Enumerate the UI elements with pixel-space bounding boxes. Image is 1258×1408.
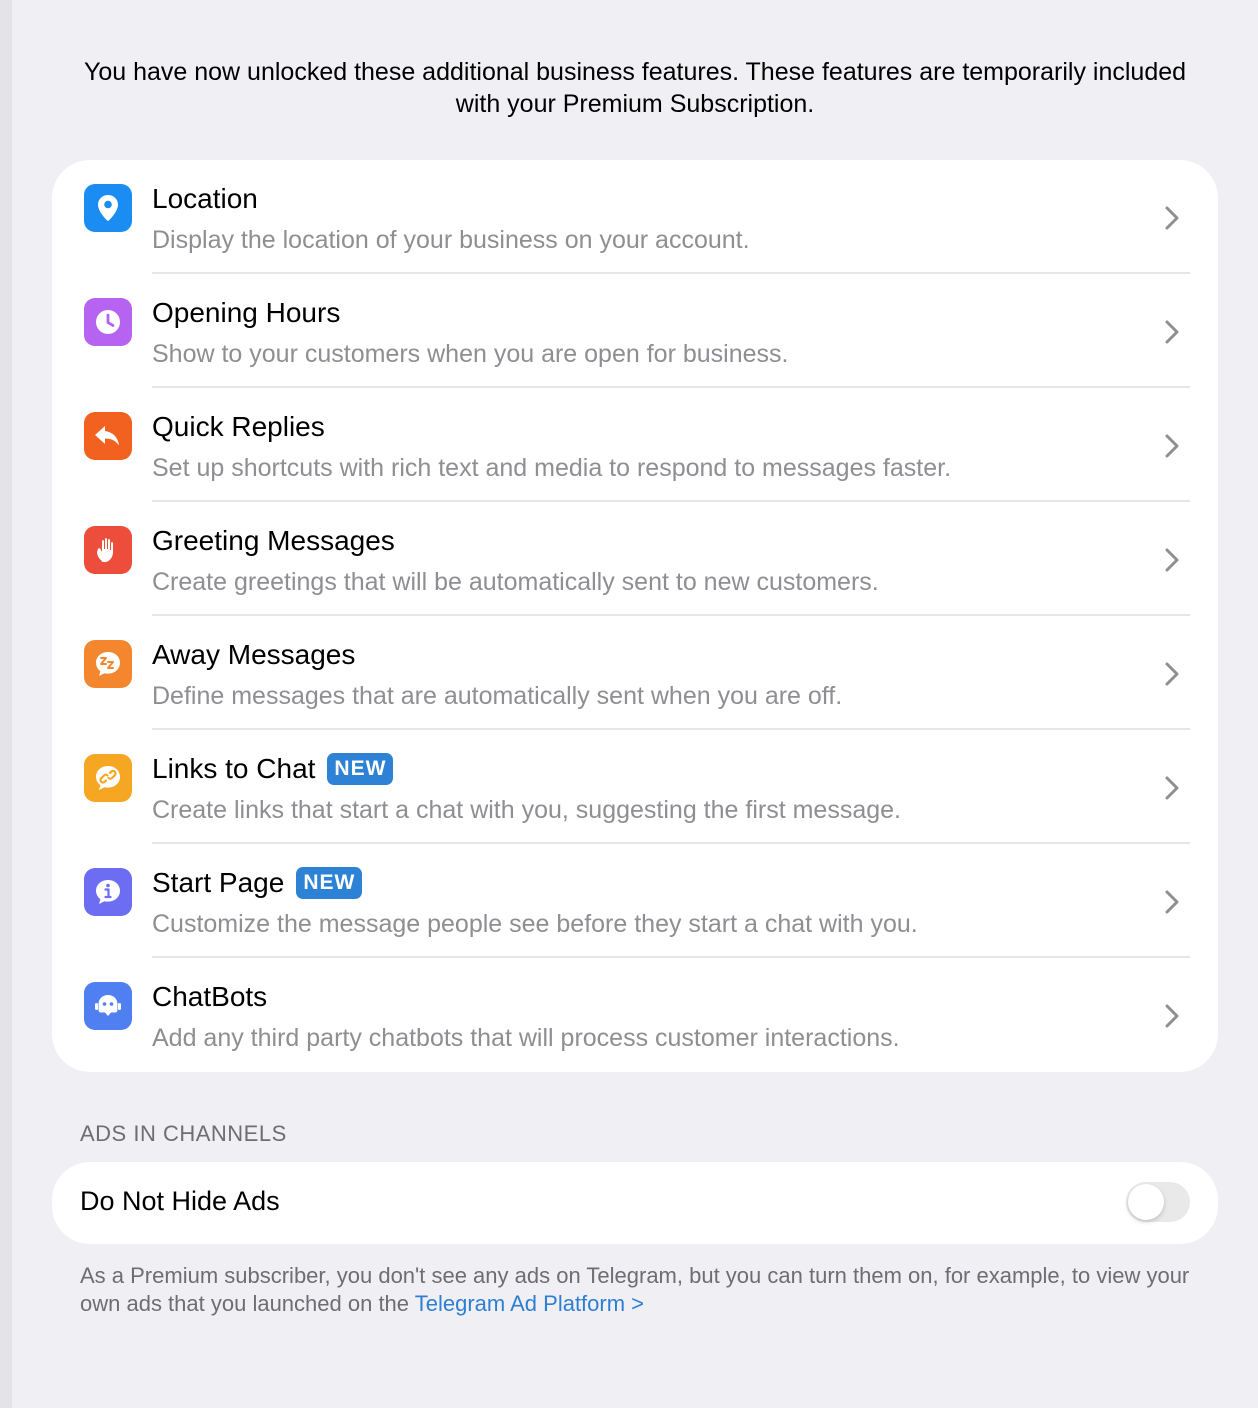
- feature-title: Greeting Messages: [152, 525, 395, 556]
- clock-icon: [84, 298, 132, 346]
- feature-description: Define messages that are automatically s…: [152, 682, 843, 710]
- robot-icon: [84, 982, 132, 1030]
- feature-row-greeting-messages[interactable]: Greeting Messages Create greetings that …: [52, 502, 1218, 616]
- waving-hand-icon: [84, 526, 132, 574]
- location-pin-icon: [84, 184, 132, 232]
- feature-row-start-page[interactable]: Start Page NEW Customize the message peop…: [52, 844, 1218, 958]
- ads-section-header: ADS IN CHANNELS: [80, 1121, 287, 1146]
- feature-title: Location: [152, 183, 258, 214]
- ads-settings-card: Do Not Hide Ads: [52, 1162, 1218, 1244]
- feature-description: Create links that start a chat with you,…: [152, 796, 901, 824]
- feature-title: ChatBots: [152, 981, 268, 1012]
- feature-description: Show to your customers when you are open…: [152, 340, 789, 368]
- info-bubble-icon: [84, 868, 132, 916]
- feature-title: Links to Chat NEW: [152, 752, 394, 786]
- feature-row-links-to-chat[interactable]: Links to Chat NEW Create links that start…: [52, 730, 1218, 844]
- feature-row-chatbots[interactable]: ChatBots Add any third party chatbots th…: [52, 958, 1218, 1072]
- chevron-right-icon: [1165, 434, 1179, 458]
- reply-arrow-icon: [84, 412, 132, 460]
- window-edge: [0, 0, 12, 1408]
- ads-footnote: As a Premium subscriber, you don't see a…: [80, 1262, 1220, 1318]
- chevron-right-icon: [1165, 662, 1179, 686]
- feature-title: Start Page NEW: [152, 866, 363, 900]
- feature-row-quick-replies[interactable]: Quick Replies Set up shortcuts with rich…: [52, 388, 1218, 502]
- chevron-right-icon: [1165, 320, 1179, 344]
- sleep-bubble-icon: [84, 640, 132, 688]
- feature-row-opening-hours[interactable]: Opening Hours Show to your customers whe…: [52, 274, 1218, 388]
- feature-description: Customize the message people see before …: [152, 910, 918, 938]
- do-not-hide-ads-toggle[interactable]: [1126, 1182, 1190, 1222]
- chat-link-icon: [84, 754, 132, 802]
- feature-title: Away Messages: [152, 639, 356, 670]
- feature-description: Create greetings that will be automatica…: [152, 568, 879, 596]
- chevron-right-icon: [1165, 776, 1179, 800]
- toggle-knob: [1128, 1184, 1164, 1220]
- feature-description: Set up shortcuts with rich text and medi…: [152, 454, 952, 482]
- feature-description: Add any third party chatbots that will p…: [152, 1024, 900, 1052]
- chevron-right-icon: [1165, 1004, 1179, 1028]
- new-badge: NEW: [296, 867, 363, 899]
- chevron-right-icon: [1165, 206, 1179, 230]
- chevron-right-icon: [1165, 890, 1179, 914]
- chevron-right-icon: [1165, 548, 1179, 572]
- feature-row-away-messages[interactable]: Away Messages Define messages that are a…: [52, 616, 1218, 730]
- feature-row-location[interactable]: Location Display the location of your bu…: [52, 160, 1218, 274]
- feature-title: Quick Replies: [152, 411, 325, 442]
- telegram-ad-platform-link[interactable]: Telegram Ad Platform >: [415, 1291, 644, 1316]
- intro-text: You have now unlocked these additional b…: [83, 58, 1187, 118]
- new-badge: NEW: [327, 753, 394, 785]
- feature-description: Display the location of your business on…: [152, 226, 750, 254]
- business-features-list: Location Display the location of your bu…: [52, 160, 1218, 1072]
- do-not-hide-ads-label: Do Not Hide Ads: [80, 1186, 280, 1216]
- feature-title: Opening Hours: [152, 297, 341, 328]
